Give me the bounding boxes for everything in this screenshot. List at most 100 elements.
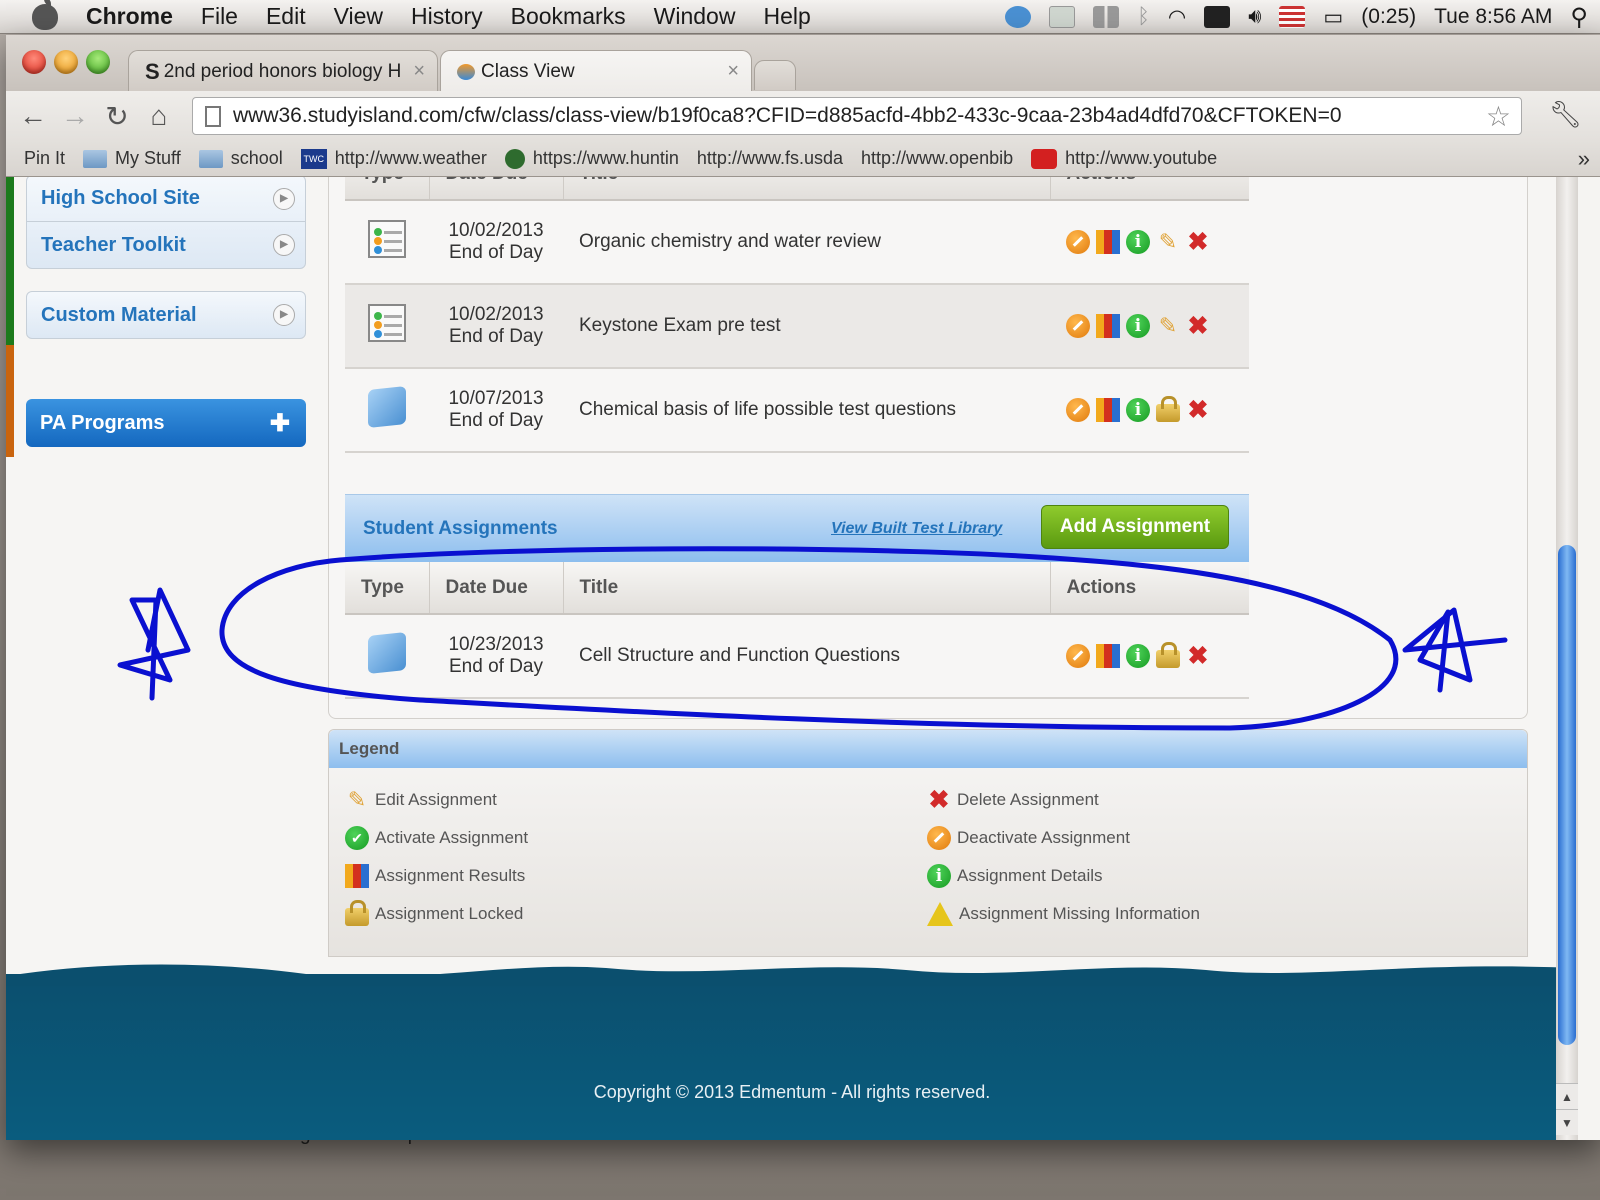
lock-icon[interactable] xyxy=(1156,396,1180,422)
input-flag-icon[interactable] xyxy=(1279,6,1306,28)
chevron-right-icon: ▶ xyxy=(273,304,295,326)
menu-window[interactable]: Window xyxy=(654,3,736,30)
minimize-window-button[interactable] xyxy=(54,50,78,74)
delete-x-icon[interactable]: ✖ xyxy=(1186,230,1210,255)
back-icon[interactable]: ← xyxy=(12,100,54,132)
menu-file[interactable]: File xyxy=(201,3,238,30)
deactivate-icon[interactable] xyxy=(1066,314,1090,338)
column-header-title[interactable]: Title xyxy=(563,177,1051,201)
home-icon[interactable]: ⌂ xyxy=(138,100,180,132)
zoom-window-button[interactable] xyxy=(86,50,110,74)
bookmark-my-stuff[interactable]: My Stuff xyxy=(83,148,181,169)
lock-icon[interactable] xyxy=(1156,642,1180,668)
delete-x-icon[interactable]: ✖ xyxy=(1186,398,1210,423)
new-tab-button[interactable] xyxy=(754,60,796,90)
deactivate-icon xyxy=(927,826,951,850)
close-window-button[interactable] xyxy=(22,50,46,74)
column-header-date-due[interactable]: Date Due xyxy=(429,562,564,615)
close-tab-icon[interactable]: × xyxy=(727,60,739,83)
url-text[interactable]: www36.studyisland.com/cfw/class/class-vi… xyxy=(233,104,1342,128)
preview-icon[interactable] xyxy=(1049,6,1076,28)
legend-item: i Assignment Details xyxy=(927,864,1103,888)
sidebar-item-custom-material[interactable]: Custom Material ▶ xyxy=(27,292,305,338)
bookmark-youtube[interactable]: http://www.youtube xyxy=(1031,148,1217,169)
menu-history[interactable]: History xyxy=(411,3,483,30)
legend-label: Edit Assignment xyxy=(375,790,497,809)
results-icon xyxy=(345,864,369,888)
column-header-type[interactable]: Type xyxy=(345,562,430,615)
cell-title[interactable]: Organic chemistry and water review xyxy=(563,200,1050,285)
info-icon[interactable]: i xyxy=(1126,398,1150,422)
add-assignment-button[interactable]: Add Assignment xyxy=(1041,505,1229,549)
battery-icon[interactable]: ▭ xyxy=(1323,5,1343,30)
scrollbar-thumb[interactable] xyxy=(1558,545,1576,1045)
scroll-up-arrow-icon[interactable]: ▲ xyxy=(1556,1083,1578,1109)
pencil-icon[interactable]: ✎ xyxy=(1156,314,1180,338)
deactivate-icon[interactable] xyxy=(1066,230,1090,254)
display-icon[interactable] xyxy=(1204,6,1231,28)
menu-app-chrome[interactable]: Chrome xyxy=(86,3,173,30)
legend-item: Deactivate Assignment xyxy=(927,826,1130,850)
cell-title[interactable]: Cell Structure and Function Questions xyxy=(563,614,1050,699)
volume-icon[interactable]: 🔊︎ xyxy=(1248,5,1261,29)
spaces-icon[interactable] xyxy=(1093,6,1120,28)
bookmark-hunting[interactable]: https://www.huntin xyxy=(504,148,679,169)
cell-title[interactable]: Keystone Exam pre test xyxy=(563,284,1050,369)
bookmark-star-icon[interactable]: ☆ xyxy=(1486,100,1511,133)
wrench-menu-icon[interactable]: 🔧︎ xyxy=(1549,99,1582,130)
reload-icon[interactable]: ↻ xyxy=(96,100,138,133)
deactivate-icon[interactable] xyxy=(1066,398,1090,422)
twc-icon: TWC xyxy=(300,148,327,169)
deactivate-icon[interactable] xyxy=(1066,644,1090,668)
bookmark-pin-it[interactable]: Pin It xyxy=(6,148,65,303)
column-header-title[interactable]: Title xyxy=(563,562,1051,615)
sidebar-item-high-school-site[interactable]: High School Site ▶ xyxy=(27,177,305,222)
clock[interactable]: Tue 8:56 AM xyxy=(1434,5,1552,29)
bookmark-weather[interactable]: TWC http://www.weather xyxy=(300,148,487,169)
hunting-site-icon xyxy=(504,148,525,169)
delete-x-icon[interactable]: ✖ xyxy=(1186,314,1210,339)
column-header-date-due[interactable]: Date Due xyxy=(429,177,564,201)
menu-bookmarks[interactable]: Bookmarks xyxy=(511,3,626,30)
due-date: 10/02/2013 xyxy=(448,304,544,325)
bluetooth-icon[interactable]: ᛒ xyxy=(1137,5,1150,29)
spotlight-icon[interactable]: ⚲ xyxy=(1570,3,1588,32)
info-icon[interactable]: i xyxy=(1126,314,1150,338)
results-icon[interactable] xyxy=(1096,644,1120,668)
cell-title[interactable]: Chemical basis of life possible test que… xyxy=(563,368,1050,453)
bookmark-fs-usda[interactable]: http://www.fs.usda xyxy=(6,148,843,303)
close-tab-icon[interactable]: × xyxy=(413,60,425,83)
pencil-icon[interactable]: ✎ xyxy=(1156,230,1180,254)
forward-icon[interactable]: → xyxy=(54,100,96,132)
youtube-icon xyxy=(1031,148,1058,169)
results-icon[interactable] xyxy=(1096,314,1120,338)
info-icon[interactable]: i xyxy=(1126,644,1150,668)
vertical-scrollbar[interactable]: ▲ ▼ xyxy=(1556,177,1578,1140)
sidebar-item-teacher-toolkit[interactable]: Teacher Toolkit ▶ xyxy=(27,222,305,268)
address-bar[interactable]: www36.studyisland.com/cfw/class/class-vi… xyxy=(192,97,1522,135)
scroll-down-arrow-icon[interactable]: ▼ xyxy=(1556,1109,1578,1135)
info-icon[interactable]: i xyxy=(1126,230,1150,254)
wifi-icon[interactable]: ◠ xyxy=(1168,5,1186,30)
menu-edit[interactable]: Edit xyxy=(266,3,306,30)
cell-type xyxy=(345,200,429,285)
column-header-type[interactable]: Type xyxy=(345,177,430,201)
due-date: 10/02/2013 xyxy=(448,220,544,241)
due-date: 10/07/2013 xyxy=(448,388,544,409)
view-built-test-library-link[interactable]: View Built Test Library xyxy=(831,520,1002,538)
dropbox-icon[interactable] xyxy=(1005,6,1032,28)
menu-help[interactable]: Help xyxy=(763,3,810,30)
bookmark-openbib[interactable]: http://www.openbib xyxy=(6,148,1013,303)
tab-honors-biology[interactable]: S 2nd period honors biology H × xyxy=(128,50,438,92)
sidebar-group-sites: High School Site ▶ Teacher Toolkit ▶ xyxy=(26,177,306,269)
bookmark-school[interactable]: school xyxy=(198,148,283,169)
apple-menu-icon[interactable] xyxy=(32,0,58,30)
results-icon[interactable] xyxy=(1096,230,1120,254)
delete-x-icon[interactable]: ✖ xyxy=(1186,644,1210,669)
menu-view[interactable]: View xyxy=(334,3,383,30)
more-bookmarks-icon[interactable]: » xyxy=(1578,146,1590,172)
cell-date-due: 10/23/2013 End of Day xyxy=(429,614,563,699)
tab-class-view[interactable]: Class View × xyxy=(440,50,752,92)
sidebar-item-pa-programs[interactable]: PA Programs ✚ xyxy=(26,399,306,447)
results-icon[interactable] xyxy=(1096,398,1120,422)
